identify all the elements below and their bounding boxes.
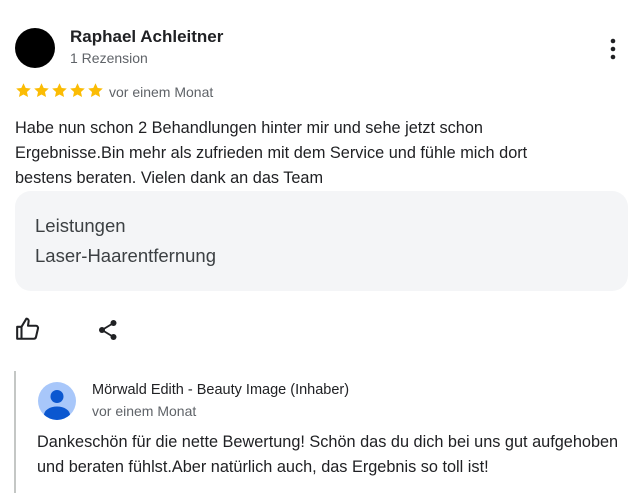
star-rating <box>15 82 104 100</box>
thumb-up-icon <box>16 317 40 340</box>
review-text: Habe nun schon 2 Behandlungen hinter mir… <box>15 119 528 187</box>
services-label: Leistungen <box>35 215 126 236</box>
owner-avatar[interactable] <box>37 381 77 421</box>
star-icon <box>34 83 49 98</box>
author-name[interactable]: Raphael Achleitner <box>70 27 223 47</box>
reply-indent-bar <box>14 371 16 493</box>
more-vert-icon <box>610 38 616 60</box>
share-button[interactable] <box>96 318 120 342</box>
owner-name: Mörwald Edith - Beauty Image (Inhaber) <box>92 382 350 398</box>
default-profile-icon <box>38 382 76 420</box>
services-box: Leistungen Laser-Haarentfernung <box>15 191 628 291</box>
more-options-button[interactable] <box>603 36 623 62</box>
star-icon <box>88 83 103 98</box>
star-icon <box>16 83 31 98</box>
like-button[interactable] <box>15 316 41 342</box>
author-review-count: 1 Rezension <box>70 50 148 66</box>
share-icon <box>99 320 117 340</box>
services-value: Laser-Haarentfernung <box>35 245 216 266</box>
owner-reply-text: Dankeschön für die nette Bewertung! Schö… <box>37 433 619 476</box>
star-icon <box>70 83 85 98</box>
review-time: vor einem Monat <box>109 84 214 100</box>
avatar[interactable] <box>15 28 55 68</box>
star-icon <box>52 83 67 98</box>
owner-reply-time: vor einem Monat <box>92 403 197 419</box>
